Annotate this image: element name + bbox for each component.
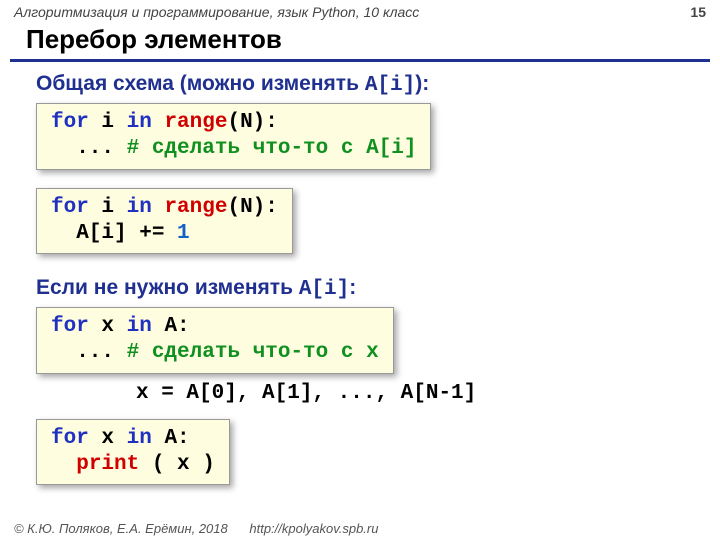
code-block-1: for i in range(N): ... # сделать что-то … [36, 103, 431, 170]
subheading-close: ): [415, 72, 429, 95]
code-function: range [164, 111, 227, 134]
code-text: i [89, 111, 127, 134]
subheading-no-modify: Если не нужно изменять A[i]: [36, 276, 720, 301]
code-comment: # сделать что-то с x [127, 341, 379, 364]
code-block-3: for x in A: ... # сделать что-то с x [36, 307, 394, 374]
code-text: A[i] += [51, 222, 177, 245]
copyright-text: © К.Ю. Поляков, Е.А. Ерёмин, 2018 [14, 521, 228, 536]
code-text: A: [152, 427, 190, 450]
subheading-mono: A[i] [299, 278, 349, 301]
code-keyword: in [127, 427, 152, 450]
code-function: print [76, 453, 139, 476]
code-text [51, 453, 76, 476]
code-text: x [89, 427, 127, 450]
code-keyword: in [127, 196, 152, 219]
code-text: x [89, 315, 127, 338]
code-number: 1 [177, 222, 190, 245]
content-area: Общая схема (можно изменять A[i]): for i… [0, 62, 720, 503]
course-title: Алгоритмизация и программирование, язык … [14, 4, 419, 20]
subheading-text: Общая схема (можно изменять [36, 72, 365, 95]
code-text: ... [51, 341, 127, 364]
code-keyword: in [127, 315, 152, 338]
footer: © К.Ю. Поляков, Е.А. Ерёмин, 2018 http:/… [0, 517, 720, 540]
code-keyword: for [51, 111, 89, 134]
code-function: range [164, 196, 227, 219]
subheading-general-scheme: Общая схема (можно изменять A[i]): [36, 72, 720, 97]
code-text: ( x ) [139, 453, 215, 476]
code-text: i [89, 196, 127, 219]
code-text: ... [51, 137, 127, 160]
subheading-close: : [349, 276, 356, 299]
code-block-2: for i in range(N): A[i] += 1 [36, 188, 293, 255]
slide-title: Перебор элементов [0, 22, 720, 59]
code-text: A: [152, 315, 190, 338]
subheading-mono: A[i] [365, 74, 415, 97]
code-keyword: for [51, 196, 89, 219]
page-number: 15 [690, 4, 706, 20]
subheading-text: Если не нужно изменять [36, 276, 299, 299]
code-text: (N): [227, 111, 277, 134]
code-comment: # сделать что-то с A[i] [127, 137, 417, 160]
header-bar: Алгоритмизация и программирование, язык … [0, 0, 720, 22]
code-keyword: for [51, 315, 89, 338]
code-text: (N): [227, 196, 277, 219]
code-keyword: for [51, 427, 89, 450]
code-keyword: in [127, 111, 152, 134]
code-text [152, 111, 165, 134]
note-x-values: x = A[0], A[1], ..., A[N-1] [136, 382, 720, 405]
footer-url: http://kpolyakov.spb.ru [249, 521, 378, 536]
code-text [152, 196, 165, 219]
code-block-4: for x in A: print ( x ) [36, 419, 230, 486]
